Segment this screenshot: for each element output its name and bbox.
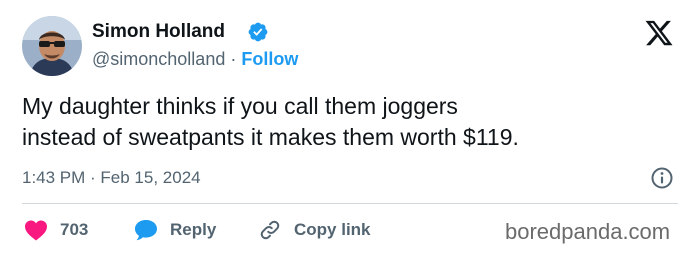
- avatar-photo: [22, 16, 82, 76]
- like-count: 703: [60, 220, 89, 239]
- separator: ·: [230, 49, 237, 69]
- tweet-timestamp[interactable]: 1:43 PM · Feb 15, 2024: [22, 168, 201, 188]
- reply-button[interactable]: Reply: [134, 216, 216, 244]
- speech-bubble-icon: [135, 220, 157, 241]
- avatar[interactable]: [22, 16, 82, 76]
- author-name[interactable]: Simon Holland: [92, 21, 225, 43]
- tweet-text-line-1: My daughter thinks if you call them jogg…: [22, 93, 458, 119]
- handle-row: @simoncholland · Follow: [92, 49, 298, 70]
- watermark: boredpanda.com: [505, 219, 671, 244]
- tweet-text-line-2: instead of sweatpants it makes them wort…: [22, 124, 519, 150]
- verified-badge-icon: [248, 22, 268, 42]
- info-icon[interactable]: [650, 166, 674, 190]
- x-logo-icon[interactable]: [643, 18, 675, 48]
- tweet-text: My daughter thinks if you call them jogg…: [22, 91, 682, 153]
- heart-icon: [25, 220, 47, 241]
- author-handle[interactable]: @simoncholland: [92, 49, 225, 69]
- copy-link-button[interactable]: Copy link: [258, 216, 371, 244]
- like-button[interactable]: 703: [24, 216, 88, 244]
- link-icon: [260, 220, 280, 240]
- reply-label: Reply: [170, 220, 217, 239]
- copy-link-label: Copy link: [294, 220, 371, 239]
- divider: [22, 203, 678, 204]
- follow-button[interactable]: Follow: [241, 49, 298, 69]
